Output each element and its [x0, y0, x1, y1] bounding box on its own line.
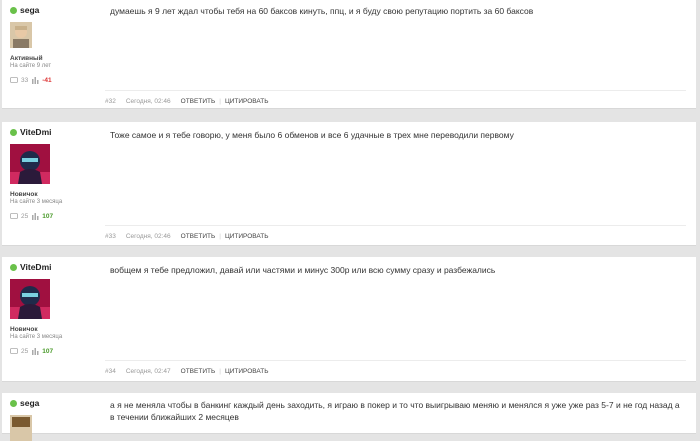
online-indicator [10, 128, 17, 136]
user-rank: Активный [10, 55, 43, 62]
post-number[interactable]: #33 [105, 233, 116, 240]
reputation-value: 107 [42, 212, 54, 220]
post-time: Сегодня, 02:46 [125, 232, 171, 240]
quote-button[interactable]: ЦИТИРОВАТЬ [225, 368, 269, 375]
username-label[interactable]: ViteDmi [20, 127, 52, 137]
comment-count: 25 [21, 347, 29, 355]
comment-count: 33 [21, 76, 29, 84]
separator: | [219, 97, 221, 105]
post-time: Сегодня, 02:47 [125, 367, 171, 375]
member-since: На сайте 3 месяца [10, 199, 63, 205]
reputation-value: 107 [42, 347, 54, 355]
forum-post: ViteDmi Новичок На сайте 3 месяца 25 107… [2, 257, 696, 382]
post-author: ViteDmi Новичок На сайте 3 месяца 25 107 [10, 127, 105, 220]
avatar[interactable] [10, 144, 50, 184]
forum-post: sega Активный На сайте 9 лет 33 -41 дума… [2, 0, 696, 109]
comment-icon [10, 347, 18, 354]
reputation-value: -41 [42, 76, 52, 84]
online-indicator [10, 263, 17, 271]
quote-button[interactable]: ЦИТИРОВАТЬ [225, 233, 269, 240]
online-indicator [10, 399, 17, 407]
username-label[interactable]: ViteDmi [20, 262, 52, 272]
avatar[interactable] [10, 279, 50, 319]
username[interactable]: sega [10, 5, 105, 15]
separator: | [219, 232, 221, 240]
post-number[interactable]: #34 [105, 368, 116, 375]
avatar[interactable] [10, 22, 32, 48]
post-author: sega [10, 398, 105, 441]
user-stats: 33 -41 [10, 76, 105, 84]
username[interactable]: sega [10, 398, 105, 408]
reputation-icon [32, 348, 39, 355]
comment-icon [10, 212, 18, 219]
reputation-icon [32, 213, 39, 220]
user-rank: Новичок [10, 326, 38, 333]
post-message: вобщем я тебе предложил, давай или частя… [110, 265, 496, 275]
post-footer: #32 Сегодня, 02:46 ОТВЕТИТЬ | ЦИТИРОВАТЬ [105, 90, 686, 111]
comment-count: 25 [21, 212, 29, 220]
avatar[interactable] [10, 415, 32, 441]
post-message: а я не меняла чтобы в банкинг каждый ден… [110, 400, 680, 422]
username[interactable]: ViteDmi [10, 262, 105, 272]
user-stats: 25 107 [10, 212, 105, 220]
post-footer: #33 Сегодня, 02:46 ОТВЕТИТЬ | ЦИТИРОВАТЬ [105, 225, 686, 246]
member-since: На сайте 3 месяца [10, 334, 63, 340]
member-since: На сайте 9 лет [10, 63, 52, 69]
forum-post: ViteDmi Новичок На сайте 3 месяца 25 107… [2, 122, 696, 246]
post-message: думаешь я 9 лет ждал чтобы тебя на 60 ба… [110, 6, 534, 16]
username-label[interactable]: sega [20, 5, 39, 15]
reputation-icon [32, 77, 39, 84]
post-author: sega Активный На сайте 9 лет 33 -41 [10, 5, 105, 84]
quote-button[interactable]: ЦИТИРОВАТЬ [225, 98, 269, 105]
post-time: Сегодня, 02:46 [125, 97, 171, 105]
user-rank: Новичок [10, 191, 38, 198]
reply-button[interactable]: ОТВЕТИТЬ [181, 98, 216, 105]
post-message: Тоже самое и я тебе говорю, у меня было … [110, 130, 514, 140]
online-indicator [10, 6, 17, 14]
username[interactable]: ViteDmi [10, 127, 105, 137]
separator: | [219, 367, 221, 375]
user-stats: 25 107 [10, 347, 105, 355]
post-author: ViteDmi Новичок На сайте 3 месяца 25 107 [10, 262, 105, 355]
comment-icon [10, 76, 18, 83]
reply-button[interactable]: ОТВЕТИТЬ [181, 368, 216, 375]
post-number[interactable]: #32 [105, 98, 116, 105]
reply-button[interactable]: ОТВЕТИТЬ [181, 233, 216, 240]
post-footer: #34 Сегодня, 02:47 ОТВЕТИТЬ | ЦИТИРОВАТЬ [105, 360, 686, 381]
username-label[interactable]: sega [20, 398, 39, 408]
